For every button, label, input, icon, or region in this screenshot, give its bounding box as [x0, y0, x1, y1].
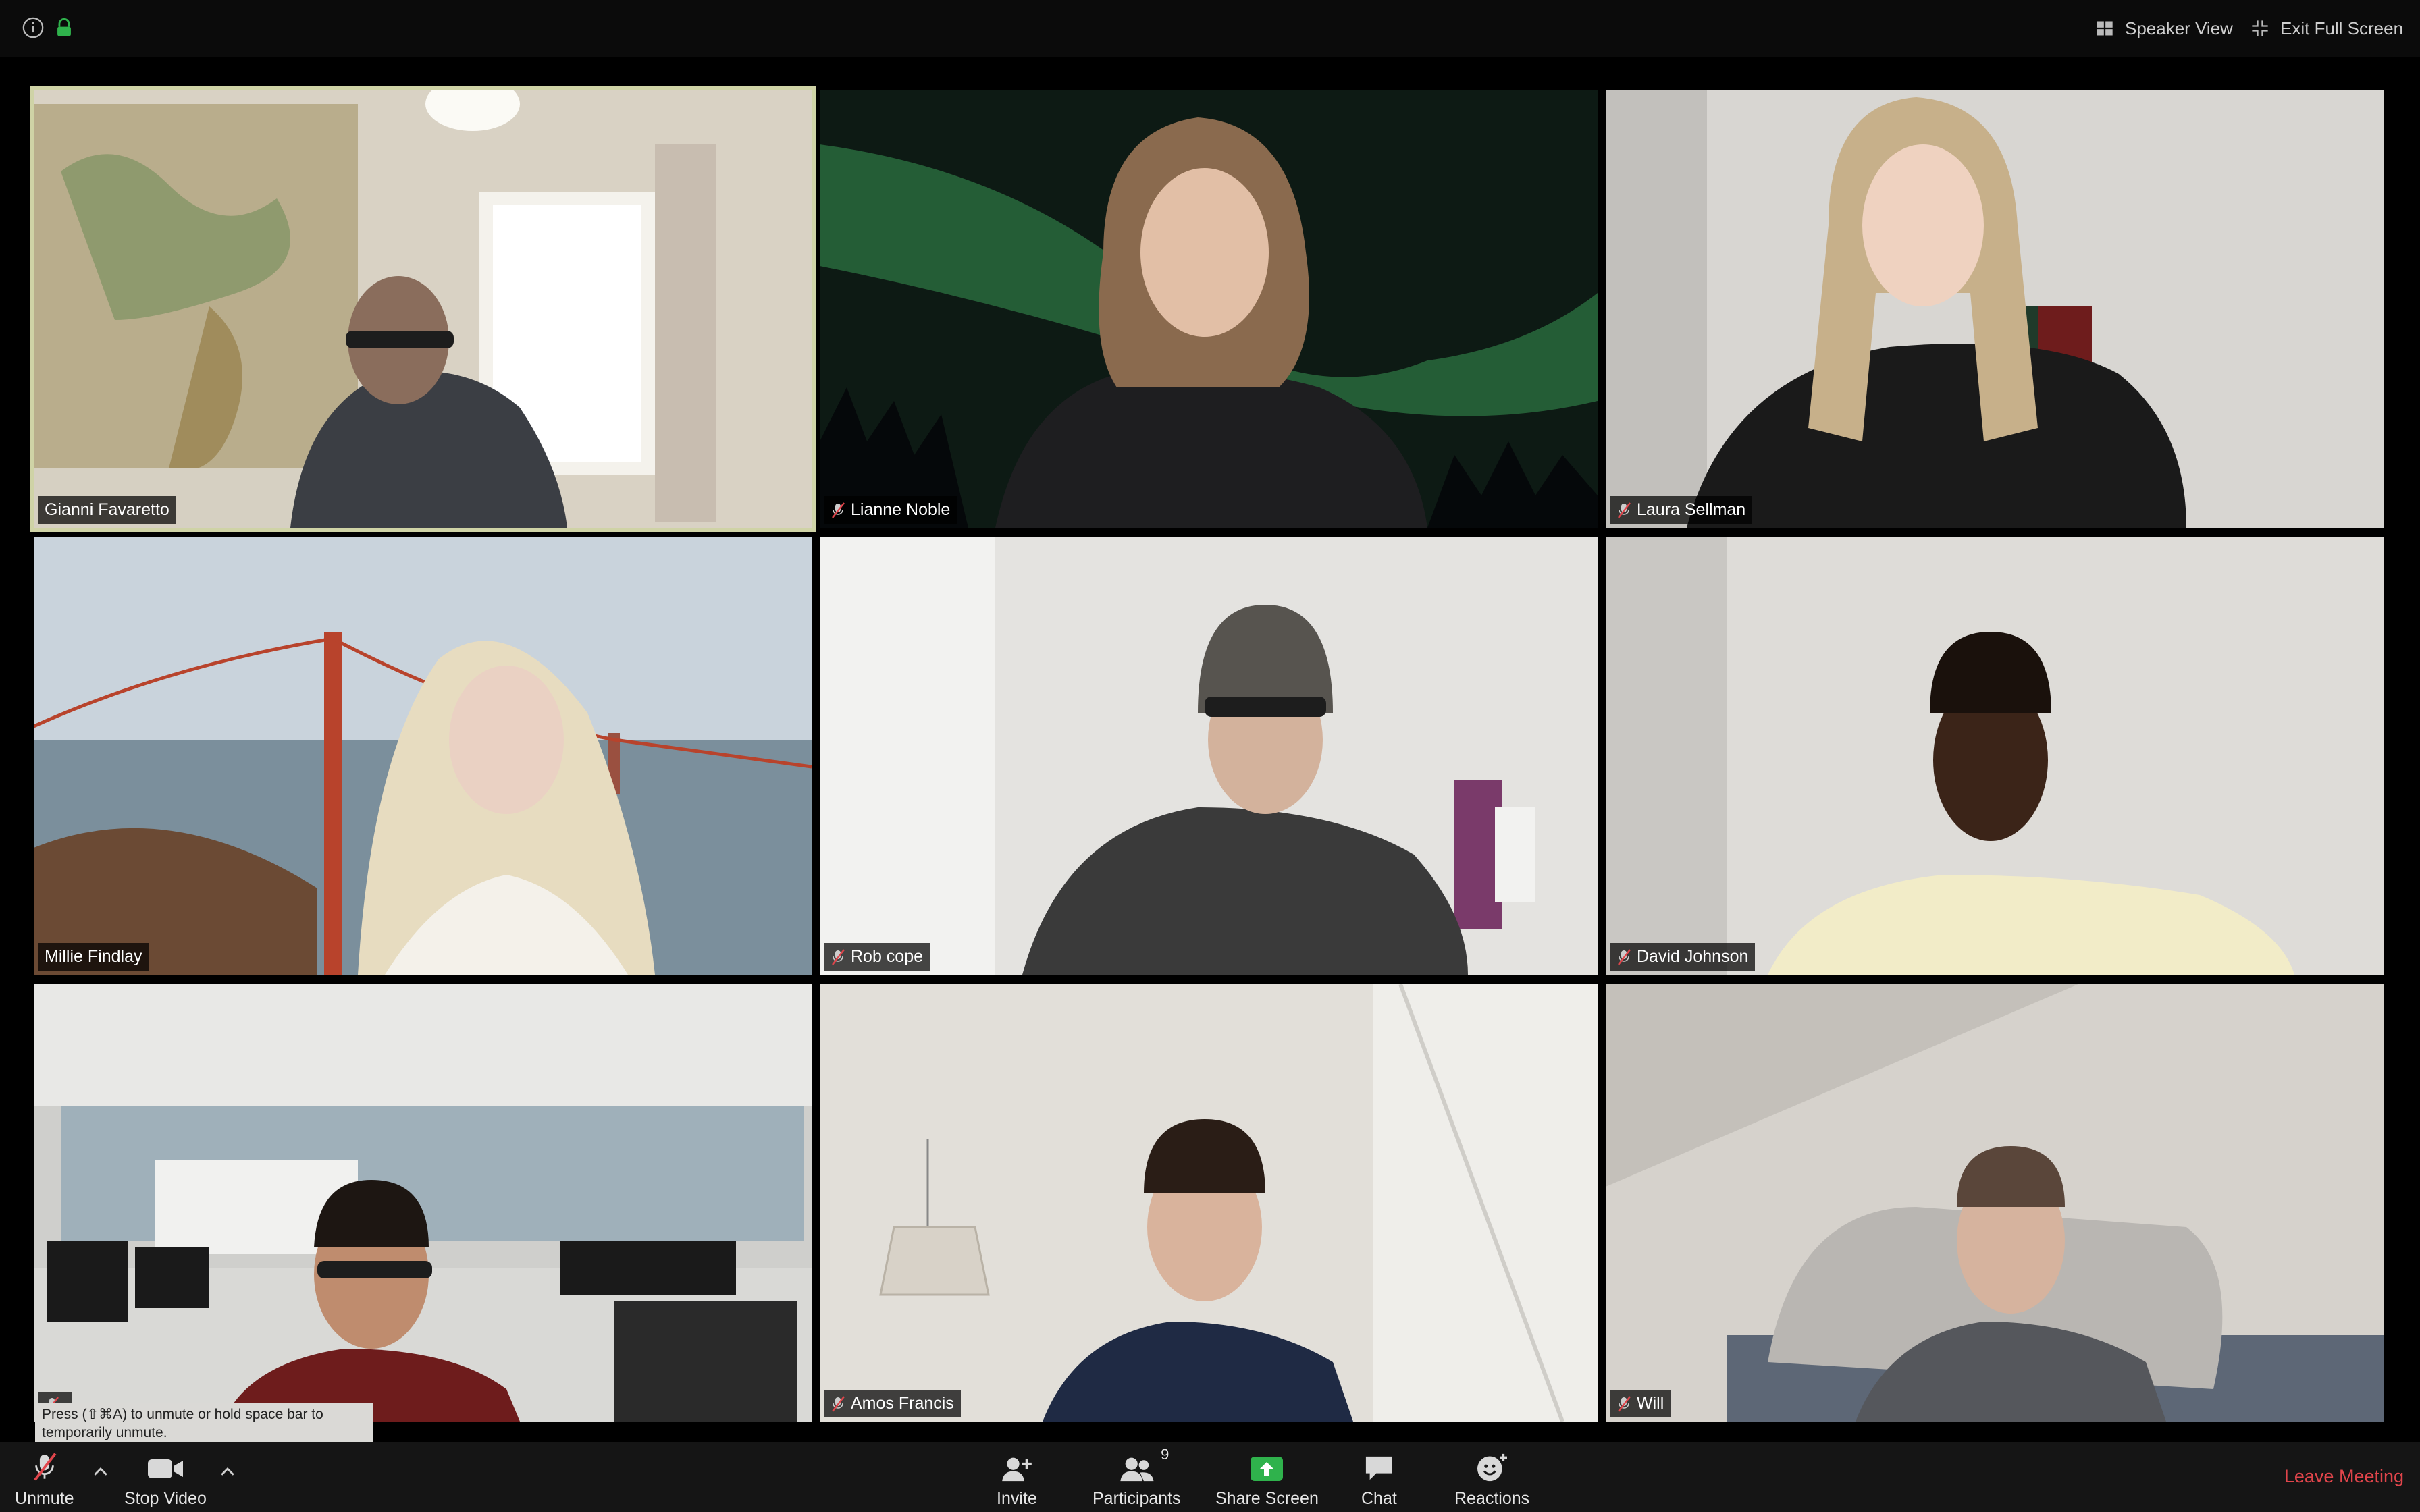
participant-name-tag: David Johnson [1610, 943, 1756, 971]
tooltip-line-2: temporarily unmute. [42, 1425, 167, 1440]
mic-muted-icon [832, 948, 845, 965]
mic-muted-icon [1618, 1395, 1631, 1412]
participant-name-tag: Laura Sellman [1610, 496, 1753, 524]
video-camera-icon [147, 1459, 183, 1478]
grid-icon [2097, 21, 2113, 36]
participant-name-tag: Amos Francis [824, 1390, 961, 1418]
video-tile-gianni-favaretto[interactable]: Gianni Favaretto [34, 90, 812, 528]
video-tile-office-participant[interactable] [34, 984, 812, 1422]
share-screen-icon [1251, 1457, 1284, 1481]
video-tile-millie-findlay[interactable]: Millie Findlay [34, 537, 812, 975]
speaker-view-button[interactable]: Speaker View [2095, 15, 2233, 42]
share-screen-button[interactable]: Share Screen [1215, 1451, 1319, 1509]
top-bar: Speaker View Exit Full Screen [0, 0, 2420, 57]
mic-muted-icon [832, 502, 845, 518]
reactions-button[interactable]: Reactions [1454, 1451, 1529, 1509]
participant-name: David Johnson [1637, 947, 1749, 966]
participant-name: Laura Sellman [1637, 500, 1746, 519]
unmute-label: Unmute [15, 1489, 74, 1508]
video-feed [34, 537, 812, 975]
exit-fullscreen-button[interactable]: Exit Full Screen [2251, 15, 2403, 42]
unmute-tooltip: Press (⇧⌘A) to unmute or hold space bar … [35, 1403, 373, 1446]
chevron-up-icon[interactable] [217, 1462, 238, 1482]
speaker-view-label: Speaker View [2125, 18, 2233, 38]
stop-video-label: Stop Video [124, 1489, 207, 1508]
participant-name: Lianne Noble [851, 500, 951, 519]
mic-muted-icon [34, 1453, 57, 1481]
participant-name: Millie Findlay [45, 947, 142, 966]
participant-name: Rob cope [851, 947, 924, 966]
video-feed [1606, 537, 2384, 975]
reactions-label: Reactions [1454, 1489, 1530, 1508]
leave-meeting-button[interactable]: Leave Meeting [2284, 1466, 2404, 1487]
mic-muted-icon [832, 1395, 845, 1412]
invite-label: Invite [997, 1489, 1037, 1508]
participant-name: Gianni Favaretto [45, 500, 169, 519]
participants-button[interactable]: 9 Participants [1093, 1446, 1181, 1509]
mic-muted-icon [1618, 502, 1631, 518]
participant-name-tag: Rob cope [824, 943, 930, 971]
participant-name-tag: Gianni Favaretto [38, 496, 176, 524]
invite-button[interactable]: Invite [997, 1451, 1037, 1509]
people-icon [1120, 1457, 1154, 1482]
stop-video-button[interactable]: Stop Video [124, 1451, 207, 1509]
chat-bubble-icon [1366, 1456, 1392, 1480]
participant-name-tag: Lianne Noble [824, 496, 957, 524]
participants-label: Participants [1093, 1489, 1181, 1508]
meeting-toolbar: Unmute Stop Video Invite 9 Participants … [0, 1442, 2420, 1512]
share-screen-label: Share Screen [1215, 1489, 1319, 1508]
video-tile-will[interactable]: Will [1606, 984, 2384, 1422]
shrink-icon [2252, 20, 2268, 36]
video-feed [820, 984, 1598, 1422]
participant-name-tag: Millie Findlay [38, 943, 149, 971]
video-feed [34, 90, 812, 528]
add-person-icon [1002, 1457, 1032, 1482]
lock-icon[interactable] [53, 16, 76, 39]
video-feed [1606, 984, 2384, 1422]
participants-count: 9 [1161, 1446, 1169, 1463]
video-feed [820, 90, 1598, 528]
video-feed [1606, 90, 2384, 528]
participant-name: Amos Francis [851, 1394, 954, 1413]
video-tile-david-johnson[interactable]: David Johnson [1606, 537, 2384, 975]
unmute-button[interactable]: Unmute [15, 1451, 74, 1509]
participant-name: Will [1637, 1394, 1664, 1413]
exit-fullscreen-label: Exit Full Screen [2280, 18, 2404, 38]
smiley-add-icon [1477, 1453, 1507, 1482]
tooltip-line-1: Press (⇧⌘A) to unmute or hold space bar … [42, 1407, 323, 1422]
video-tile-amos-francis[interactable]: Amos Francis [820, 984, 1598, 1422]
chat-button[interactable]: Chat [1361, 1451, 1397, 1509]
participant-name-tag: Will [1610, 1390, 1671, 1418]
mic-muted-icon [1618, 948, 1631, 965]
info-icon[interactable] [22, 16, 45, 39]
chat-label: Chat [1361, 1489, 1397, 1508]
video-tile-lianne-noble[interactable]: Lianne Noble [820, 90, 1598, 528]
video-feed [34, 984, 812, 1422]
video-tile-laura-sellman[interactable]: Laura Sellman [1606, 90, 2384, 528]
video-tile-rob-cope[interactable]: Rob cope [820, 537, 1598, 975]
chevron-up-icon[interactable] [90, 1462, 111, 1482]
video-feed [820, 537, 1598, 975]
